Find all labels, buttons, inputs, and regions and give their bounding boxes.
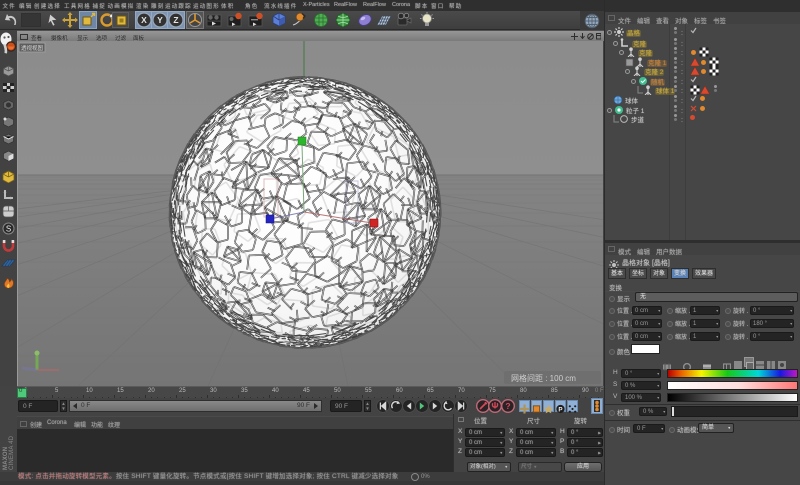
svg-text:透视视图: 透视视图: [21, 44, 44, 52]
svg-text:网格间距 : 100 cm: 网格间距 : 100 cm: [511, 373, 576, 383]
svg-text:?: ?: [505, 401, 510, 411]
svg-text:X: X: [141, 15, 147, 25]
svg-text:Y: Y: [157, 15, 163, 25]
svg-text:S: S: [6, 225, 11, 234]
svg-text:P: P: [558, 407, 562, 414]
svg-text:Z: Z: [173, 15, 178, 25]
